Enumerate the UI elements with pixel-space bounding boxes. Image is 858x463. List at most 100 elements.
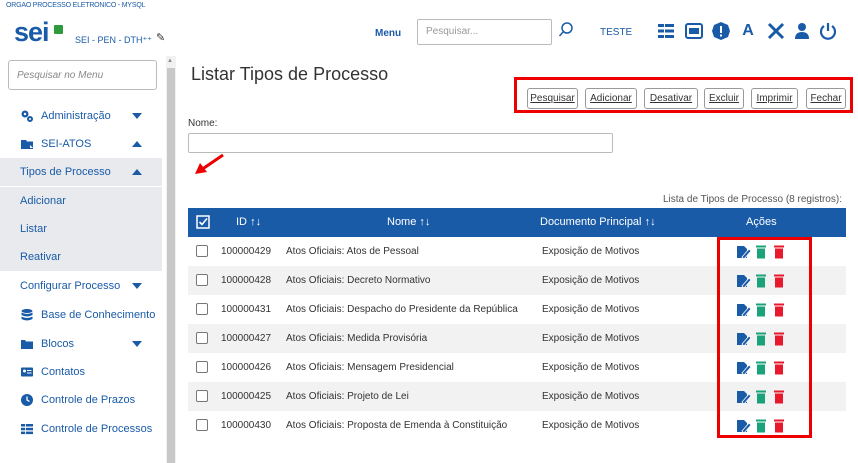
sei-logo[interactable]: sei (14, 17, 50, 48)
row-documento: Exposição de Motivos (542, 362, 640, 373)
top-bar: ORGAO PROCESSO ELETRONICO - MYSQL sei SE… (0, 0, 858, 56)
nome-input[interactable] (188, 133, 613, 153)
column-nome[interactable]: Nome ↑↓ (387, 216, 430, 228)
table-header: ID ↑↓ Nome ↑↓ Documento Principal ↑↓ Açõ… (188, 208, 846, 237)
gears-icon (21, 110, 33, 122)
row-nome: Atos Oficiais: Atos de Pessoal (286, 246, 419, 257)
row-id: 100000427 (221, 333, 272, 344)
sidebar-item-label: Adicionar (20, 195, 66, 207)
sort-arrows-icon[interactable]: ↑↓ (419, 216, 430, 228)
sidebar-item-sei-atos[interactable]: SEI-ATOS (0, 130, 162, 158)
sidebar-item-label: Tipos de Processo (20, 166, 111, 178)
row-documento: Exposição de Motivos (542, 275, 640, 286)
row-documento: Exposição de Motivos (542, 246, 640, 257)
row-nome: Atos Oficiais: Medida Provisória (286, 333, 428, 344)
row-checkbox[interactable] (196, 419, 208, 431)
menu-button[interactable]: Menu (375, 28, 401, 39)
row-checkbox[interactable] (196, 361, 208, 373)
folders-icon (21, 340, 33, 349)
sidebar-item-blocos[interactable]: Blocos (0, 330, 162, 358)
power-icon[interactable] (818, 21, 838, 41)
row-nome: Atos Oficiais: Proposta de Emenda à Cons… (286, 420, 508, 431)
row-documento: Exposição de Motivos (542, 304, 640, 315)
sidebar-item-label: Reativar (20, 251, 61, 263)
chevron-up-icon (132, 141, 142, 147)
row-checkbox[interactable] (196, 274, 208, 286)
chevron-up-icon (132, 169, 142, 175)
row-id: 100000428 (221, 275, 272, 286)
adicionar-button[interactable]: Adicionar (585, 88, 637, 109)
tools-icon[interactable] (766, 21, 786, 41)
row-checkbox[interactable] (196, 390, 208, 402)
calculator-icon[interactable] (684, 21, 704, 41)
sidebar-item-administracao[interactable]: Administração (0, 102, 162, 130)
sidebar-item-controle-de-processos[interactable]: Controle de Processos (0, 415, 162, 443)
imprimir-button[interactable]: Imprimir (751, 88, 798, 109)
row-nome: Atos Oficiais: Projeto de Lei (286, 391, 409, 402)
row-id: 100000429 (221, 246, 272, 257)
sidebar-item-label: Listar (20, 223, 47, 235)
sort-arrows-icon[interactable]: ↑↓ (645, 216, 656, 228)
row-id: 100000425 (221, 391, 272, 402)
column-id[interactable]: ID ↑↓ (236, 216, 261, 228)
column-acoes: Ações (746, 216, 777, 228)
chevron-down-icon (132, 283, 142, 289)
row-checkbox[interactable] (196, 303, 208, 315)
sidebar-item-contatos[interactable]: Contatos (0, 358, 162, 386)
search-icon[interactable] (558, 21, 574, 39)
org-name: ORGAO PROCESSO ELETRONICO - MYSQL (6, 2, 146, 9)
sidebar-item-label: Administração (41, 110, 111, 122)
user-icon[interactable] (792, 21, 812, 41)
row-documento: Exposição de Motivos (542, 420, 640, 431)
sidebar: Pesquisar no Menu Administração SEI-ATOS… (0, 56, 166, 463)
sidebar-item-label: Controle de Processos (41, 423, 153, 435)
row-nome: Atos Oficiais: Mensagem Presidencial (286, 362, 454, 373)
red-arrow-annotation (195, 153, 224, 174)
row-documento: Exposição de Motivos (542, 391, 640, 402)
grid-list-icon[interactable] (656, 21, 676, 41)
sidebar-item-adicionar[interactable]: Adicionar (0, 187, 162, 215)
unit-selector[interactable]: TESTE (600, 27, 632, 38)
desativar-button[interactable]: Desativar (644, 88, 698, 109)
system-name: SEI - PEN - DTH⁺⁺ (75, 35, 153, 45)
sidebar-item-label: Controle de Prazos (41, 394, 136, 406)
folder-icon (21, 140, 33, 149)
sidebar-item-reativar[interactable]: Reativar (0, 243, 162, 271)
sidebar-item-controle-de-prazos[interactable]: Controle de Prazos (0, 386, 162, 414)
scroll-up-arrow-icon[interactable]: ▲ (167, 58, 173, 64)
sort-arrows-icon[interactable]: ↑↓ (250, 216, 261, 228)
select-all-checkbox[interactable] (196, 215, 210, 229)
column-documento-principal[interactable]: Documento Principal ↑↓ (540, 216, 656, 228)
row-documento: Exposição de Motivos (542, 333, 640, 344)
sidebar-item-configurar-processo[interactable]: Configurar Processo (0, 272, 162, 300)
row-id: 100000431 (221, 304, 272, 315)
list-icon (21, 424, 33, 435)
sidebar-scroll-thumb[interactable] (167, 68, 175, 463)
contact-card-icon (21, 367, 33, 377)
table-caption: Lista de Tipos de Processo (8 registros)… (663, 194, 842, 205)
row-checkbox[interactable] (196, 332, 208, 344)
pesquisar-button[interactable]: Pesquisar (527, 88, 578, 109)
sidebar-item-label: Configurar Processo (20, 280, 121, 292)
row-checkbox[interactable] (196, 245, 208, 257)
clock-icon (21, 394, 33, 406)
font-size-icon[interactable]: A (738, 21, 758, 41)
chevron-down-icon (132, 113, 142, 119)
sidebar-item-tipos-de-processo[interactable]: Tipos de Processo (0, 158, 162, 186)
row-id: 100000426 (221, 362, 272, 373)
sidebar-item-label: Blocos (41, 338, 75, 350)
nome-label: Nome: (188, 118, 218, 129)
excluir-button[interactable]: Excluir (704, 88, 744, 109)
pencil-icon[interactable]: ✎ (156, 31, 165, 44)
sidebar-item-label: Base de Conhecimento (41, 309, 156, 321)
sidebar-item-label: Contatos (41, 366, 86, 378)
row-id: 100000430 (221, 420, 272, 431)
sidebar-item-base-de-conhecimento[interactable]: Base de Conhecimento (0, 301, 162, 329)
alert-icon[interactable] (711, 21, 731, 41)
search-input[interactable]: Pesquisar... (417, 19, 552, 45)
menu-search-input[interactable]: Pesquisar no Menu (8, 60, 157, 90)
sidebar-item-listar[interactable]: Listar (0, 215, 162, 243)
sidebar-item-label: SEI-ATOS (41, 138, 92, 150)
row-nome: Atos Oficiais: Despacho do Presidente da… (286, 304, 518, 315)
fechar-button[interactable]: Fechar (806, 88, 846, 109)
